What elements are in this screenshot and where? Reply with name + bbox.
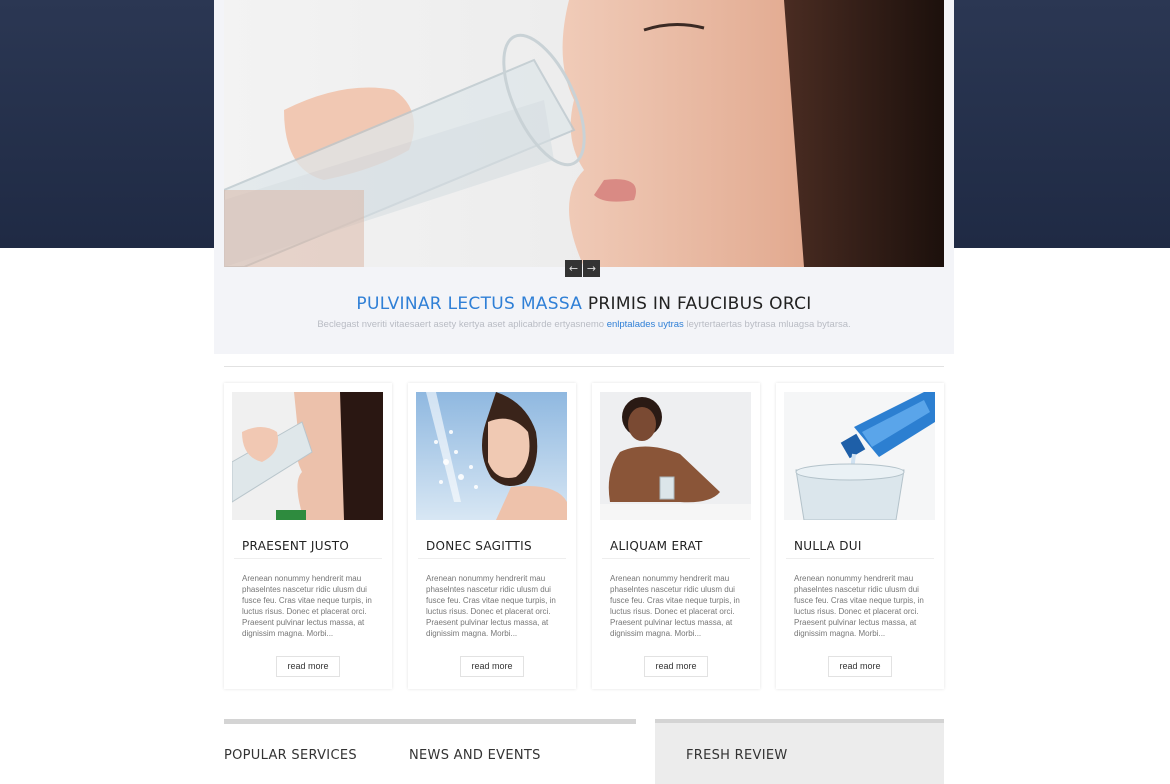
hero-slider — [224, 0, 944, 267]
card-text: Arenean nonummy hendrerit mau phaselntes… — [794, 574, 924, 638]
card-image — [784, 392, 935, 520]
slider-next-button[interactable]: → — [583, 260, 600, 277]
feature-card: PRAESENT JUSTO Arenean nonummy hendrerit… — [224, 383, 392, 689]
divider — [224, 366, 944, 367]
popular-services-heading: POPULAR SERVICES — [224, 748, 357, 763]
subline-link[interactable]: enlptalades uytras — [607, 319, 684, 330]
card-image — [600, 392, 751, 520]
hero-image — [224, 0, 944, 267]
fresh-review-box: FRESH REVIEW — [655, 719, 944, 784]
feature-card: DONEC SAGITTIS Arenean nonummy hendrerit… — [408, 383, 576, 689]
tagline-highlight: PULVINAR LECTUS MASSA — [356, 294, 583, 314]
read-more-button[interactable]: read more — [276, 656, 340, 677]
feature-card: NULLA DUI Arenean nonummy hendrerit mau … — [776, 383, 944, 689]
card-separator — [418, 558, 566, 559]
card-image — [416, 392, 567, 520]
read-more-button[interactable]: read more — [644, 656, 708, 677]
slider-prev-button[interactable]: ← — [565, 260, 582, 277]
card-separator — [234, 558, 382, 559]
news-events-heading: NEWS AND EVENTS — [409, 748, 541, 763]
slider-nav: ← → — [565, 260, 600, 277]
card-title: ALIQUAM ERAT — [610, 539, 703, 553]
card-text: Arenean nonummy hendrerit mau phaselntes… — [242, 574, 372, 638]
card-text: Arenean nonummy hendrerit mau phaselntes… — [610, 574, 740, 638]
footer-top-bar — [224, 719, 636, 724]
feature-card: ALIQUAM ERAT Arenean nonummy hendrerit m… — [592, 383, 760, 689]
card-text: Arenean nonummy hendrerit mau phaselntes… — [426, 574, 556, 638]
fresh-review-heading: FRESH REVIEW — [686, 748, 788, 763]
tagline: PULVINAR LECTUS MASSA PRIMIS IN FAUCIBUS… — [214, 294, 954, 314]
card-separator — [602, 558, 750, 559]
subline-after: leyrtertaertas bytrasa mluagsa bytarsa. — [686, 319, 851, 330]
card-title: NULLA DUI — [794, 539, 862, 553]
read-more-button[interactable]: read more — [828, 656, 892, 677]
subline: Beclegast nveriti vitaesaert asety kerty… — [214, 319, 954, 330]
card-title: DONEC SAGITTIS — [426, 539, 532, 553]
card-separator — [786, 558, 934, 559]
card-image — [232, 392, 383, 520]
feature-cards: PRAESENT JUSTO Arenean nonummy hendrerit… — [224, 383, 946, 691]
card-title: PRAESENT JUSTO — [242, 539, 350, 553]
tagline-rest: PRIMIS IN FAUCIBUS ORCI — [587, 294, 812, 314]
subline-before: Beclegast nveriti vitaesaert asety kerty… — [317, 319, 605, 330]
hero-section: ← → PULVINAR LECTUS MASSA PRIMIS IN FAUC… — [214, 0, 954, 354]
read-more-button[interactable]: read more — [460, 656, 524, 677]
